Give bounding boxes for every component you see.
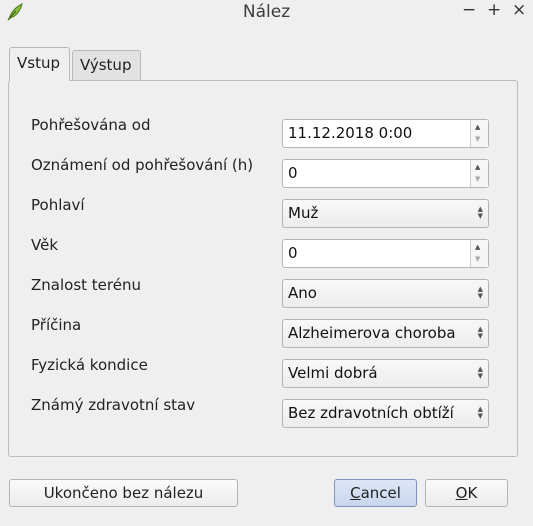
close-button[interactable]: × <box>512 0 526 20</box>
spin-down-icon[interactable]: ▼ <box>475 135 480 143</box>
row-cause: Příčina Alzheimerova choroba ▲ ▼ <box>9 314 517 348</box>
title-bar: Nález − + × <box>0 0 533 26</box>
spin-down-icon[interactable]: ▼ <box>475 255 480 263</box>
minimize-button[interactable]: − <box>462 0 476 20</box>
row-report-delay: Oznámení od pohřešování (h) 0 ▲ ▼ <box>9 154 517 188</box>
cancel-label-rest: ancel <box>360 484 401 502</box>
cause-value: Alzheimerova choroba <box>288 324 456 342</box>
cause-select[interactable]: Alzheimerova choroba ▲ ▼ <box>282 319 489 348</box>
age-spinbox[interactable]: 0 ▲ ▼ <box>282 239 489 268</box>
age-label: Věk <box>31 236 59 254</box>
physical-condition-label: Fyzická kondice <box>31 356 148 374</box>
updown-arrows-icon: ▲ ▼ <box>477 285 483 300</box>
health-status-select[interactable]: Bez zdravotních obtíží ▲ ▼ <box>282 399 489 428</box>
sex-label: Pohlaví <box>31 196 85 214</box>
ok-button[interactable]: OK <box>425 479 508 507</box>
updown-arrows-icon: ▲ ▼ <box>477 365 483 380</box>
row-sex: Pohlaví Muž ▲ ▼ <box>9 194 517 228</box>
cancel-button[interactable]: Cancel <box>334 479 417 507</box>
spin-up-icon[interactable]: ▲ <box>475 243 480 251</box>
health-status-value: Bez zdravotních obtíží <box>288 404 454 422</box>
window-title: Nález <box>242 2 291 22</box>
form-panel: Pohřešována od 11.12.2018 0:00 ▲ ▼ Oznám… <box>8 80 518 457</box>
report-delay-label: Oznámení od pohřešování (h) <box>31 156 254 174</box>
terrain-knowledge-value: Ano <box>288 284 317 302</box>
row-terrain-knowledge: Znalost terénu Ano ▲ ▼ <box>9 274 517 308</box>
spin-up-icon[interactable]: ▲ <box>475 163 480 171</box>
physical-condition-select[interactable]: Velmi dobrá ▲ ▼ <box>282 359 489 388</box>
age-value: 0 <box>288 244 298 262</box>
tab-vystup[interactable]: Výstup <box>72 50 141 80</box>
missing-since-datetime-input[interactable]: 11.12.2018 0:00 ▲ ▼ <box>282 119 489 148</box>
updown-arrows-icon: ▲ ▼ <box>477 405 483 420</box>
row-age: Věk 0 ▲ ▼ <box>9 234 517 268</box>
report-delay-spinbox[interactable]: 0 ▲ ▼ <box>282 159 489 188</box>
terrain-knowledge-label: Znalost terénu <box>31 276 141 294</box>
report-delay-value: 0 <box>288 164 298 182</box>
sex-select[interactable]: Muž ▲ ▼ <box>282 199 489 228</box>
terrain-knowledge-select[interactable]: Ano ▲ ▼ <box>282 279 489 308</box>
updown-arrows-icon: ▲ ▼ <box>477 325 483 340</box>
missing-since-value: 11.12.2018 0:00 <box>288 124 413 142</box>
physical-condition-value: Velmi dobrá <box>288 364 378 382</box>
cancel-mnemonic: C <box>350 484 361 502</box>
updown-arrows-icon: ▲ ▼ <box>477 205 483 220</box>
report-delay-spinner[interactable]: ▲ ▼ <box>470 160 488 187</box>
sex-value: Muž <box>288 204 319 222</box>
missing-since-spinner[interactable]: ▲ ▼ <box>470 120 488 147</box>
ok-mnemonic: O <box>455 484 468 502</box>
row-health-status: Známý zdravotní stav Bez zdravotních obt… <box>9 394 517 428</box>
finish-without-find-button[interactable]: Ukončeno bez nálezu <box>9 479 238 507</box>
tab-vstup[interactable]: Vstup <box>9 47 70 81</box>
spin-down-icon[interactable]: ▼ <box>475 175 480 183</box>
row-physical-condition: Fyzická kondice Velmi dobrá ▲ ▼ <box>9 354 517 388</box>
age-spinner[interactable]: ▲ ▼ <box>470 240 488 267</box>
spin-up-icon[interactable]: ▲ <box>475 123 480 131</box>
maximize-button[interactable]: + <box>487 0 501 20</box>
missing-since-label: Pohřešována od <box>31 116 151 134</box>
row-missing-since: Pohřešována od 11.12.2018 0:00 ▲ ▼ <box>9 114 517 148</box>
cause-label: Příčina <box>31 316 82 334</box>
ok-label-rest: K <box>467 484 478 502</box>
health-status-label: Známý zdravotní stav <box>31 396 196 414</box>
